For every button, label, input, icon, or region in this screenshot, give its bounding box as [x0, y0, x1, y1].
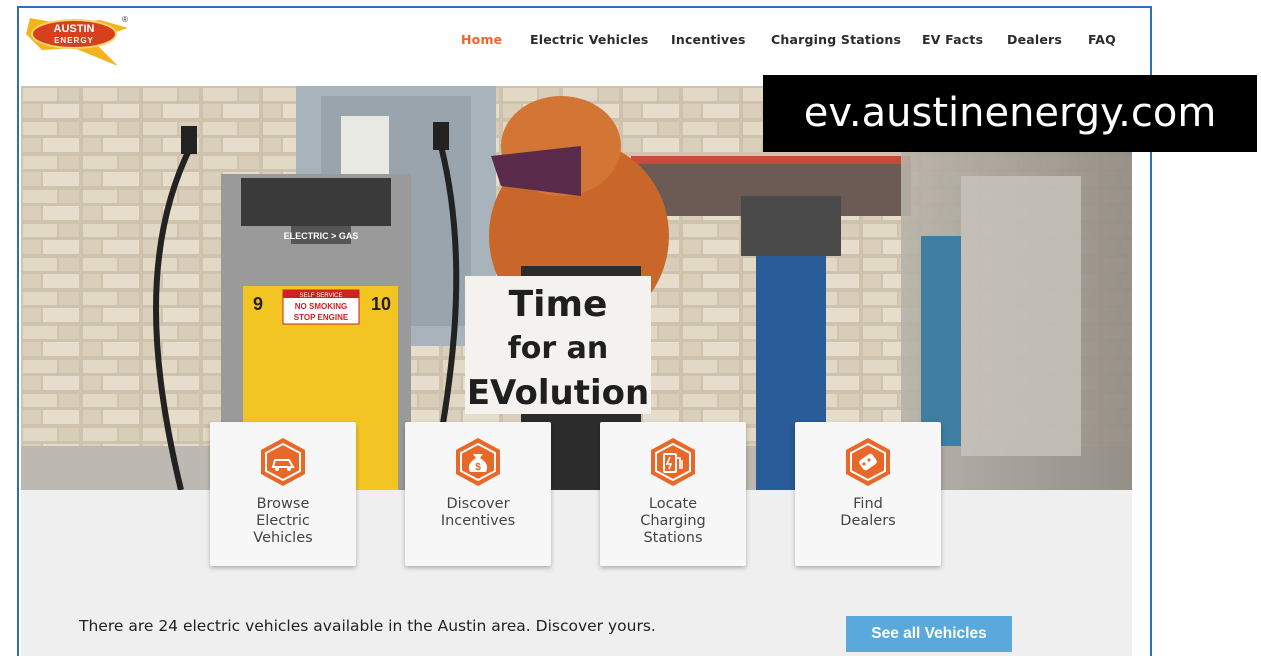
car-key-icon [846, 438, 890, 486]
card-label: Find Dealers [840, 496, 896, 529]
pump-warning-2: NO SMOKING [295, 302, 347, 311]
nav-electric-vehicles[interactable]: Electric Vehicles [530, 32, 649, 47]
url-banner: ev.austinenergy.com [763, 75, 1257, 152]
money-bag-icon: $ [456, 438, 500, 486]
locate-stations-card[interactable]: Locate Charging Stations [600, 422, 746, 566]
car-icon [261, 438, 305, 486]
registered-mark: ® [122, 15, 128, 24]
nav-dealers[interactable]: Dealers [1007, 32, 1062, 47]
pump-warning-3: STOP ENGINE [294, 313, 349, 322]
sign-line-2: for an [508, 331, 609, 366]
vehicle-count-text: There are 24 electric vehicles available… [79, 617, 656, 635]
nav-ev-facts[interactable]: EV Facts [922, 32, 983, 47]
pump-number-left: 9 [253, 294, 263, 314]
card-label: Browse Electric Vehicles [253, 496, 313, 546]
find-dealers-card[interactable]: Find Dealers [795, 422, 941, 566]
svg-text:$: $ [475, 462, 481, 473]
browse-vehicles-card[interactable]: Browse Electric Vehicles [210, 422, 356, 566]
nav-home[interactable]: Home [461, 32, 502, 47]
card-label: Locate Charging Stations [640, 496, 706, 546]
card-label: Discover Incentives [440, 496, 516, 529]
nav-faq[interactable]: FAQ [1088, 32, 1116, 47]
nav-incentives[interactable]: Incentives [671, 32, 746, 47]
sign-line-3: EVolution [467, 373, 649, 413]
charging-station-icon [651, 438, 695, 486]
pump-label: ELECTRIC > GAS [284, 231, 359, 241]
nav-charging-stations[interactable]: Charging Stations [771, 32, 901, 47]
sign-line-1: Time [509, 284, 608, 325]
main-nav: Home Electric Vehicles Incentives Chargi… [19, 32, 1150, 52]
pump-warning-1: SELF SERVICE [300, 293, 343, 299]
pump-number-right: 10 [371, 294, 391, 314]
see-all-vehicles-button[interactable]: See all Vehicles [846, 616, 1012, 652]
discover-incentives-card[interactable]: $ Discover Incentives [405, 422, 551, 566]
